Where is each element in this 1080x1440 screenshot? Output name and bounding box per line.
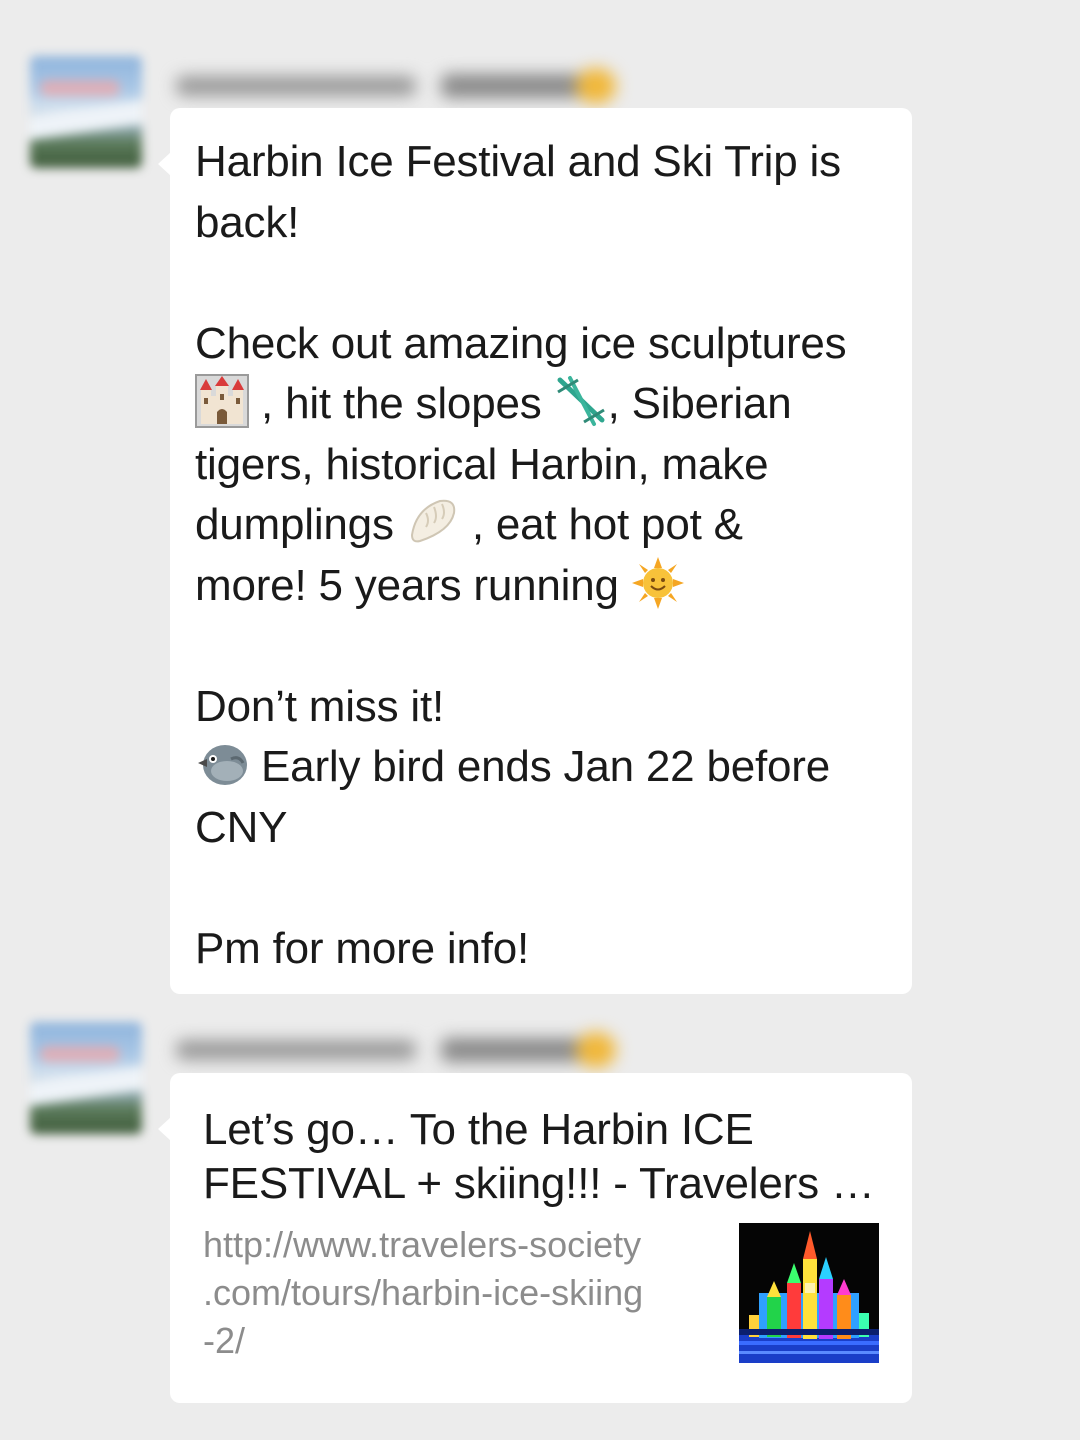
message-text: back! xyxy=(195,197,300,247)
message-line: more! 5 years running xyxy=(195,556,888,617)
link-title-line: FESTIVAL + skiing!!! - Travelers … xyxy=(203,1159,875,1208)
message-line: tigers, historical Harbin, make xyxy=(195,435,888,496)
message-line: Don’t miss it! xyxy=(195,677,888,738)
avatar-snow xyxy=(30,1066,142,1106)
link-url[interactable]: http://www.travelers-society .com/tours/… xyxy=(203,1221,703,1365)
avatar-cloud xyxy=(40,80,120,96)
sender-emoji-blur xyxy=(576,1032,616,1068)
message-line: dumplings , eat hot pot & xyxy=(195,495,888,556)
message-text: tigers, historical Harbin, make xyxy=(195,439,769,489)
message-line: back! xyxy=(195,193,888,254)
ski-icon xyxy=(554,374,608,428)
message-text: Pm for more info! xyxy=(195,923,530,973)
message-bubble[interactable]: Harbin Ice Festival and Ski Trip is back… xyxy=(158,108,912,994)
message-text: , eat hot pot & xyxy=(459,500,743,549)
link-details: http://www.travelers-society .com/tours/… xyxy=(203,1221,882,1363)
link-url-line: -2/ xyxy=(203,1320,246,1361)
link-title[interactable]: Let’s go… To the Harbin ICE FESTIVAL + sk… xyxy=(203,1103,882,1211)
message-text: more! 5 years running xyxy=(195,560,631,610)
chat-message: Let’s go… To the Harbin ICE FESTIVAL + sk… xyxy=(0,1000,1080,1440)
sun-icon xyxy=(631,556,685,610)
avatar-snow xyxy=(30,100,142,140)
link-url-line: .com/tours/harbin-ice-skiing xyxy=(203,1272,644,1313)
bubble-tail xyxy=(158,152,171,176)
message-line: Pm for more info! xyxy=(195,919,888,980)
message-line: , hit the slopes , Siberian xyxy=(195,374,888,435)
message-text: Don’t miss it! xyxy=(195,681,445,731)
message-line: Early bird ends Jan 22 before xyxy=(195,737,888,798)
sender-name-blurred xyxy=(176,1032,616,1068)
chat-screen: Harbin Ice Festival and Ski Trip is back… xyxy=(0,0,1080,1440)
bird-icon xyxy=(195,737,249,791)
avatar-cloud xyxy=(40,1046,120,1062)
chat-message: Harbin Ice Festival and Ski Trip is back… xyxy=(0,0,1080,1000)
message-text: Check out amazing ice sculptures xyxy=(195,318,847,368)
message-text: , hit the slopes xyxy=(249,379,554,428)
message-text: Harbin Ice Festival and Ski Trip is xyxy=(195,137,841,186)
sender-avatar[interactable] xyxy=(30,56,142,168)
sender-name-blur-2 xyxy=(441,1038,591,1062)
link-thumbnail[interactable] xyxy=(739,1223,879,1363)
message-text: CNY xyxy=(195,802,288,852)
sender-emoji-blur xyxy=(576,68,616,104)
link-url-line: http://www.travelers-society xyxy=(203,1224,642,1265)
message-line: Harbin Ice Festival and Ski Trip is xyxy=(195,132,888,193)
bubble-tail xyxy=(158,1117,171,1141)
message-line: CNY xyxy=(195,798,888,859)
sender-avatar[interactable] xyxy=(30,1022,142,1134)
message-line: Check out amazing ice sculptures xyxy=(195,314,888,375)
sender-name-blurred xyxy=(176,68,616,104)
link-card[interactable]: Let’s go… To the Harbin ICE FESTIVAL + sk… xyxy=(158,1073,912,1403)
message-text: dumplings xyxy=(195,500,406,549)
sender-name-blur-1 xyxy=(176,76,416,96)
sender-name-blur-2 xyxy=(441,74,591,98)
message-text: Early bird ends Jan 22 before xyxy=(249,742,831,791)
message-text: , Siberian xyxy=(607,379,792,428)
link-title-line: Let’s go… To the Harbin ICE xyxy=(203,1105,754,1154)
sender-name-blur-1 xyxy=(176,1040,416,1060)
castle-icon xyxy=(195,374,249,428)
ice-castle-thumbnail xyxy=(739,1223,879,1363)
dumpling-icon xyxy=(406,495,460,549)
